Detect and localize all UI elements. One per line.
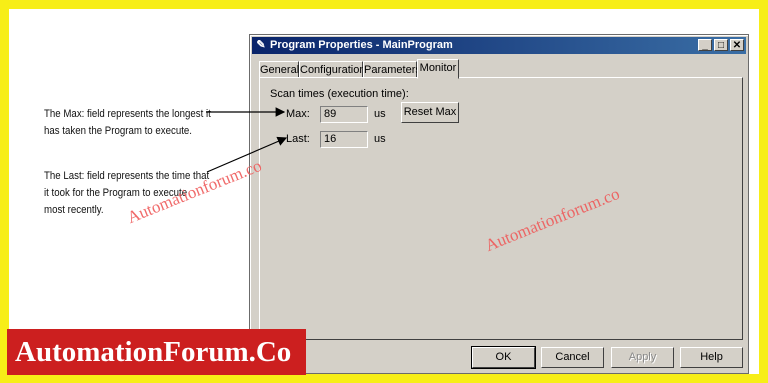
tab-monitor[interactable]: Monitor (417, 59, 459, 79)
annotation-arrows (206, 107, 288, 173)
brand-banner: AutomationForum.Co (7, 329, 306, 375)
tab-monitor-label: Monitor (419, 62, 457, 74)
